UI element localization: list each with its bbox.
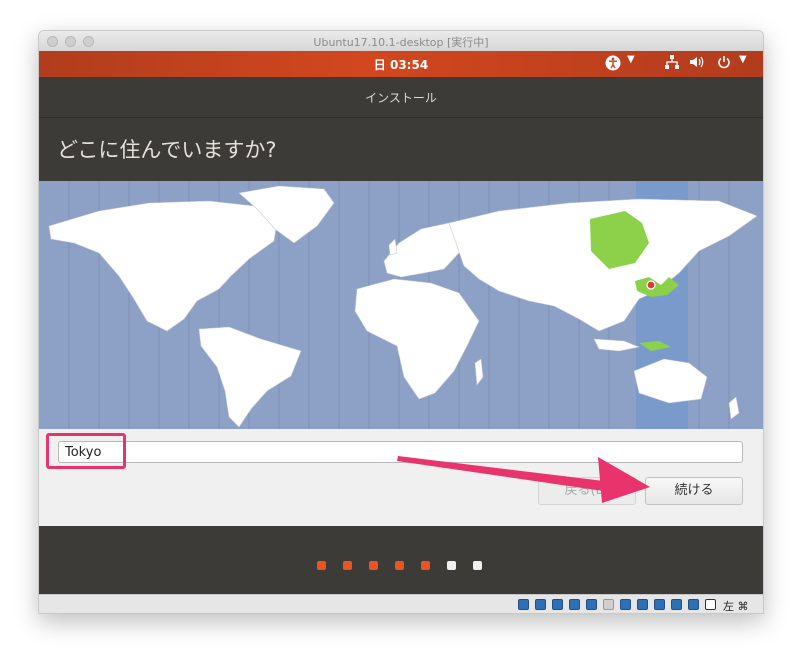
annotation-arrow bbox=[397, 456, 650, 503]
